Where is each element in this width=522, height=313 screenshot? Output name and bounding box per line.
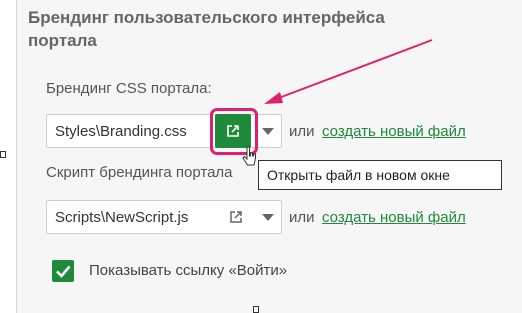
annotation-arrow-icon <box>264 39 433 104</box>
panel-resize-marker <box>253 306 259 313</box>
mouse-cursor-icon <box>242 146 256 166</box>
